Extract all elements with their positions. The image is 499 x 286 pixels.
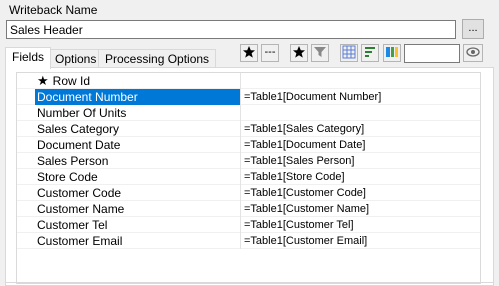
writeback-name-input[interactable]	[6, 20, 456, 39]
field-value-cell[interactable]: =Table1[Document Number]	[240, 89, 480, 105]
table-row[interactable]: Number Of Units	[17, 105, 480, 121]
field-name-cell[interactable]: Customer Tel	[35, 217, 240, 233]
field-value-cell[interactable]: =Table1[Customer Tel]	[240, 217, 480, 233]
table-row[interactable]: Store Code =Table1[Store Code]	[17, 169, 480, 185]
dash-icon[interactable]: ---	[261, 44, 279, 62]
field-value-cell[interactable]: =Table1[Customer Email]	[240, 233, 480, 249]
table-row[interactable]: Sales Person =Table1[Sales Person]	[17, 153, 480, 169]
field-value-cell[interactable]: =Table1[Document Date]	[240, 137, 480, 153]
field-name-cell[interactable]: Customer Name	[35, 201, 240, 217]
field-value-cell[interactable]: =Table1[Sales Category]	[240, 121, 480, 137]
field-name-cell[interactable]: Customer Email	[35, 233, 240, 249]
tab-processing-options[interactable]: Processing Options	[98, 49, 217, 68]
tab-fields[interactable]: Fields	[5, 47, 52, 69]
field-name-cell[interactable]: Document Date	[35, 137, 240, 153]
columns-icon[interactable]	[383, 44, 401, 62]
field-value-cell[interactable]: =Table1[Store Code]	[240, 169, 480, 185]
table-row[interactable]: Customer Name =Table1[Customer Name]	[17, 201, 480, 217]
field-name-cell[interactable]: Store Code	[35, 169, 240, 185]
field-name-cell[interactable]: ★ Row Id	[35, 73, 240, 89]
field-value-cell[interactable]: =Table1[Customer Code]	[240, 185, 480, 201]
star-icon[interactable]	[240, 44, 258, 62]
fields-grid: ★ Row Id Document Number =Table1[Document…	[16, 72, 481, 284]
table-row[interactable]: Customer Tel =Table1[Customer Tel]	[17, 217, 480, 233]
star-icon: ★	[37, 73, 49, 88]
search-input[interactable]	[404, 44, 460, 63]
star-selected-icon[interactable]	[290, 44, 308, 62]
field-name-cell[interactable]: Document Number	[35, 89, 240, 105]
writeback-name-label: Writeback Name	[9, 3, 98, 17]
field-value-cell[interactable]: =Table1[Customer Name]	[240, 201, 480, 217]
field-value-cell[interactable]: =Table1[Sales Person]	[240, 153, 480, 169]
field-name-cell[interactable]: Number Of Units	[35, 105, 240, 121]
search-toggle-icon[interactable]	[463, 44, 483, 62]
table-row[interactable]: Document Number =Table1[Document Number]	[17, 89, 480, 105]
table-row[interactable]: Sales Category =Table1[Sales Category]	[17, 121, 480, 137]
sort-icon[interactable]	[361, 44, 379, 62]
table-row[interactable]: ★ Row Id	[17, 73, 480, 89]
grid-icon[interactable]	[340, 44, 358, 62]
field-name-cell[interactable]: Sales Person	[35, 153, 240, 169]
divider	[5, 282, 494, 283]
table-row[interactable]: Customer Email =Table1[Customer Email]	[17, 233, 480, 249]
field-value-cell[interactable]	[240, 73, 480, 89]
field-name-cell[interactable]: Sales Category	[35, 121, 240, 137]
filter-icon[interactable]	[311, 44, 329, 62]
field-name-cell[interactable]: Customer Code	[35, 185, 240, 201]
field-value-cell[interactable]	[240, 105, 480, 121]
fields-panel: ★ Row Id Document Number =Table1[Document…	[5, 67, 494, 286]
tab-options[interactable]: Options	[48, 49, 104, 68]
browse-button[interactable]: ...	[462, 19, 484, 39]
table-row[interactable]: Customer Code =Table1[Customer Code]	[17, 185, 480, 201]
table-row[interactable]: Document Date =Table1[Document Date]	[17, 137, 480, 153]
